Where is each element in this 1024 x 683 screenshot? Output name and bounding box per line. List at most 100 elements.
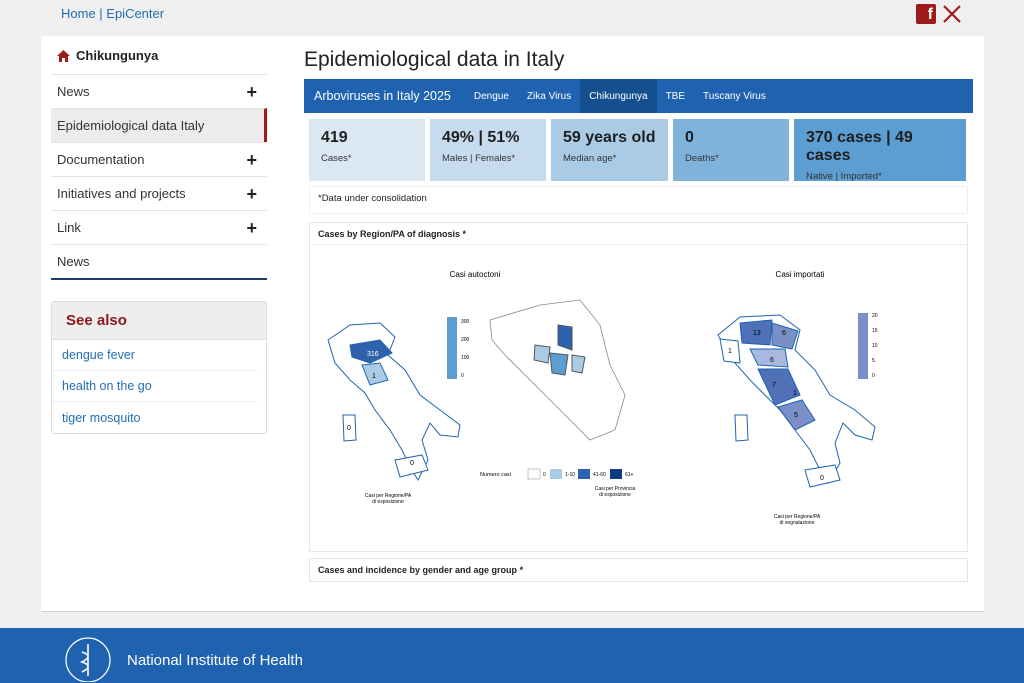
breadcrumb[interactable]: Home | EpiCenter (61, 6, 164, 21)
institute-seal-icon (65, 637, 111, 682)
page-card: Chikungunya News + Epidemiological data I… (41, 36, 984, 611)
left-map-title: Casi autoctoni (450, 270, 501, 279)
sidebar-item-label: Epidemiological data Italy (57, 118, 205, 133)
facebook-icon[interactable]: f (916, 4, 936, 24)
scale-tick: 200 (461, 337, 470, 343)
map-value: 316 (367, 351, 379, 358)
scale-tick: 100 (461, 355, 470, 361)
see-also-link[interactable]: tiger mosquito (52, 402, 258, 433)
see-also-box: See also dengue fever health on the go t… (51, 301, 267, 434)
map-value: 0 (820, 475, 824, 482)
left-italy-map (327, 322, 461, 482)
stat-label: Males | Females* (442, 153, 516, 164)
scale-tick: 10 (872, 343, 878, 349)
stat-label: Cases* (321, 153, 352, 164)
map-caption: di esposizione (372, 499, 404, 505)
province-map (489, 299, 626, 441)
sidebar-item-documentation[interactable]: Documentation + (51, 142, 267, 176)
sidebar-item-news-2[interactable]: News (51, 244, 267, 278)
stat-value: 370 cases | 49 cases (806, 129, 913, 164)
scale-tick: 0 (461, 373, 464, 379)
sidebar-item-label: News (57, 84, 90, 99)
map-value: 1 (372, 373, 376, 380)
home-icon (57, 49, 70, 62)
map-value: 5 (794, 412, 798, 419)
map-value: 6 (770, 357, 774, 364)
legend-swatch (610, 469, 622, 479)
map-caption: di esposizione (599, 492, 631, 498)
tab-tuscany-virus[interactable]: Tuscany Virus (694, 79, 775, 113)
sidebar-item-link[interactable]: Link + (51, 210, 267, 244)
x-icon[interactable] (942, 4, 962, 24)
sidebar-item-epidemiological-data[interactable]: Epidemiological data Italy (51, 108, 267, 142)
legend-label: 61+ (625, 472, 634, 478)
see-also-title: See also (52, 302, 266, 340)
social-links: f (916, 4, 962, 24)
sidebar-title-text: Chikungunya (76, 48, 159, 63)
plus-icon[interactable]: + (246, 219, 257, 237)
left-scale-bar (447, 317, 457, 379)
sidebar-item-news[interactable]: News + (51, 74, 267, 108)
scale-tick: 15 (872, 328, 878, 334)
plus-icon[interactable]: + (246, 185, 257, 203)
scale-tick: 5 (872, 358, 875, 364)
plus-icon[interactable]: + (246, 151, 257, 169)
tab-zika[interactable]: Zika Virus (518, 79, 580, 113)
sidebar-item-label: Initiatives and projects (57, 186, 186, 201)
panel-title-text: Cases by Region/PA of diagnosis (318, 229, 461, 239)
stat-value: 0 (685, 129, 694, 146)
see-also-link[interactable]: dengue fever (52, 340, 258, 371)
virus-tabs: Arboviruses in Italy 2025 Dengue Zika Vi… (304, 79, 973, 113)
see-also-link[interactable]: health on the go (52, 371, 258, 402)
footer: National Institute of Health (0, 628, 1024, 683)
legend-label: 41-60 (593, 472, 606, 478)
breadcrumb-link[interactable]: Home | EpiCenter (61, 6, 164, 21)
map-value: 7 (772, 382, 776, 389)
map-value: 1 (728, 348, 732, 355)
maps-panel: Cases by Region/PA of diagnosis * Casi a… (309, 222, 968, 552)
sidebar-item-label: News (57, 254, 90, 269)
sidebar-nav: News + Epidemiological data Italy Documen… (51, 74, 267, 280)
legend-swatch (527, 468, 541, 480)
tab-tbe[interactable]: TBE (657, 79, 694, 113)
right-map-title: Casi importati (776, 270, 825, 279)
map-caption: di segnalazione (780, 520, 815, 526)
map-value: 6 (782, 330, 786, 337)
sidebar-title[interactable]: Chikungunya (57, 48, 158, 63)
legend-swatch (550, 469, 562, 479)
top-bar: Home | EpiCenter f (0, 0, 1024, 36)
right-italy-map (717, 314, 876, 488)
plus-icon[interactable]: + (246, 83, 257, 101)
stat-card-age: 59 years old Median age* (551, 119, 668, 181)
scale-tick: 0 (872, 373, 875, 379)
stat-value: 59 years old (563, 129, 656, 146)
map-value: 0 (347, 425, 351, 432)
map-value: 13 (753, 330, 761, 337)
stat-card-deaths: 0 Deaths* (673, 119, 789, 181)
map-figure: Casi autoctoni 316 1 0 0 300 200 100 0 C… (327, 270, 878, 526)
stat-value: 419 (321, 129, 348, 146)
right-scale-bar (858, 313, 868, 379)
panel-title-text: Cases and incidence by gender and age gr… (318, 565, 518, 575)
stat-label: Deaths* (685, 153, 719, 164)
map-value: 1 (793, 390, 797, 397)
panel-title-asterisk: * (519, 565, 524, 575)
sidebar-item-initiatives[interactable]: Initiatives and projects + (51, 176, 267, 210)
data-note: *Data under consolidation (309, 186, 968, 214)
sidebar-item-label: Documentation (57, 152, 145, 167)
tab-chikungunya[interactable]: Chikungunya (580, 79, 657, 113)
stat-card-origin: 370 cases | 49 cases Native | Imported* (794, 119, 966, 182)
age-gender-panel: Cases and incidence by gender and age gr… (309, 558, 968, 582)
page-title: Epidemiological data in Italy (304, 48, 565, 71)
scale-tick: 20 (872, 313, 878, 319)
sidebar-item-label: Link (57, 220, 81, 235)
tab-dengue[interactable]: Dengue (465, 79, 518, 113)
map-value: 0 (410, 460, 414, 467)
stat-cards: 419 Cases* 49% | 51% Males | Females* 59 y… (309, 119, 970, 182)
legend-label: 0 (543, 472, 546, 478)
legend-swatch (578, 469, 590, 479)
legend-title: Numero casi (480, 472, 511, 478)
stat-value: 49% | 51% (442, 129, 520, 146)
stat-label: Native | Imported* (806, 171, 882, 182)
footer-org-name: National Institute of Health (127, 652, 303, 669)
